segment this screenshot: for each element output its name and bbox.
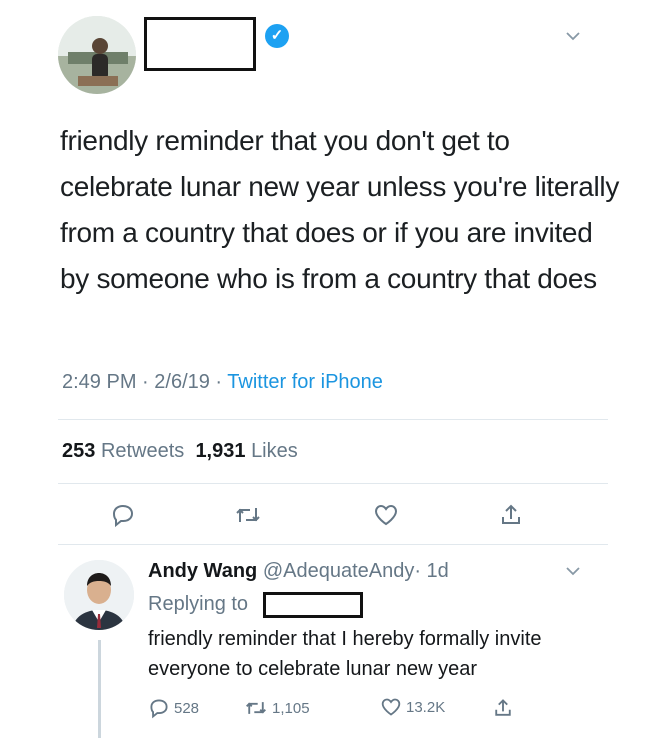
- retweet-icon: [236, 508, 260, 522]
- reply-author-handle[interactable]: @AdequateAndy: [263, 560, 415, 582]
- redacted-author-name: [144, 17, 256, 71]
- retweet-icon: [246, 702, 266, 714]
- divider: [58, 544, 608, 545]
- tweet-meta: 2:49 PM · 2/6/19 · Twitter for iPhone: [62, 371, 383, 394]
- chevron-down-icon[interactable]: [565, 28, 581, 46]
- verified-badge-icon: ✓: [265, 24, 289, 48]
- meta-separator: ·: [136, 371, 155, 393]
- thread-line: [98, 640, 101, 738]
- share-icon: [495, 699, 511, 716]
- retweet-button[interactable]: [233, 500, 263, 530]
- heart-icon: [381, 698, 401, 716]
- reply-like-button[interactable]: 13.2K: [380, 697, 445, 717]
- retweets-stat[interactable]: 253 Retweets: [62, 440, 184, 462]
- reply-like-count: 13.2K: [406, 698, 446, 716]
- replying-to-label: Replying to: [148, 593, 249, 615]
- meta-separator: ·: [209, 371, 228, 393]
- tweet-source-link[interactable]: Twitter for iPhone: [227, 371, 383, 393]
- retweets-label: Retweets: [100, 440, 185, 462]
- reply-author-avatar[interactable]: [64, 560, 134, 630]
- reply-text: friendly reminder that I hereby formally…: [148, 628, 542, 680]
- likes-count: 1,931: [195, 440, 246, 462]
- reply-retweet-count: 1,105: [272, 699, 310, 717]
- share-button[interactable]: [496, 500, 526, 530]
- tweet-date: 2/6/19: [154, 371, 210, 393]
- retweets-count: 253: [62, 440, 96, 462]
- chevron-down-icon[interactable]: [565, 563, 581, 581]
- reply-reply-button[interactable]: 528: [148, 697, 199, 719]
- author-avatar[interactable]: [58, 16, 136, 94]
- reply-header: Andy Wang @AdequateAndy· 1d: [148, 560, 449, 583]
- reply-age: · 1d: [414, 560, 449, 582]
- reply-retweet-button[interactable]: 1,105: [244, 697, 310, 719]
- share-icon: [502, 504, 520, 524]
- redacted-replying-to-handle: [263, 592, 363, 618]
- heart-icon: [374, 504, 398, 526]
- reply-button[interactable]: [108, 500, 138, 530]
- reply-author-name[interactable]: Andy Wang: [148, 560, 257, 582]
- reply-reply-count: 528: [174, 699, 200, 717]
- reply-icon: [150, 699, 168, 719]
- engagement-stats: 253 Retweets 1,931 Likes: [62, 440, 298, 463]
- likes-label: Likes: [251, 440, 298, 462]
- like-button[interactable]: [371, 500, 401, 530]
- likes-stat[interactable]: 1,931 Likes: [195, 440, 297, 462]
- divider: [58, 419, 608, 420]
- tweet-time: 2:49 PM: [62, 371, 137, 393]
- divider: [58, 483, 608, 484]
- tweet-text: friendly reminder that you don't get to …: [60, 125, 620, 294]
- reply-icon: [112, 504, 134, 528]
- reply-share-button[interactable]: [492, 697, 514, 719]
